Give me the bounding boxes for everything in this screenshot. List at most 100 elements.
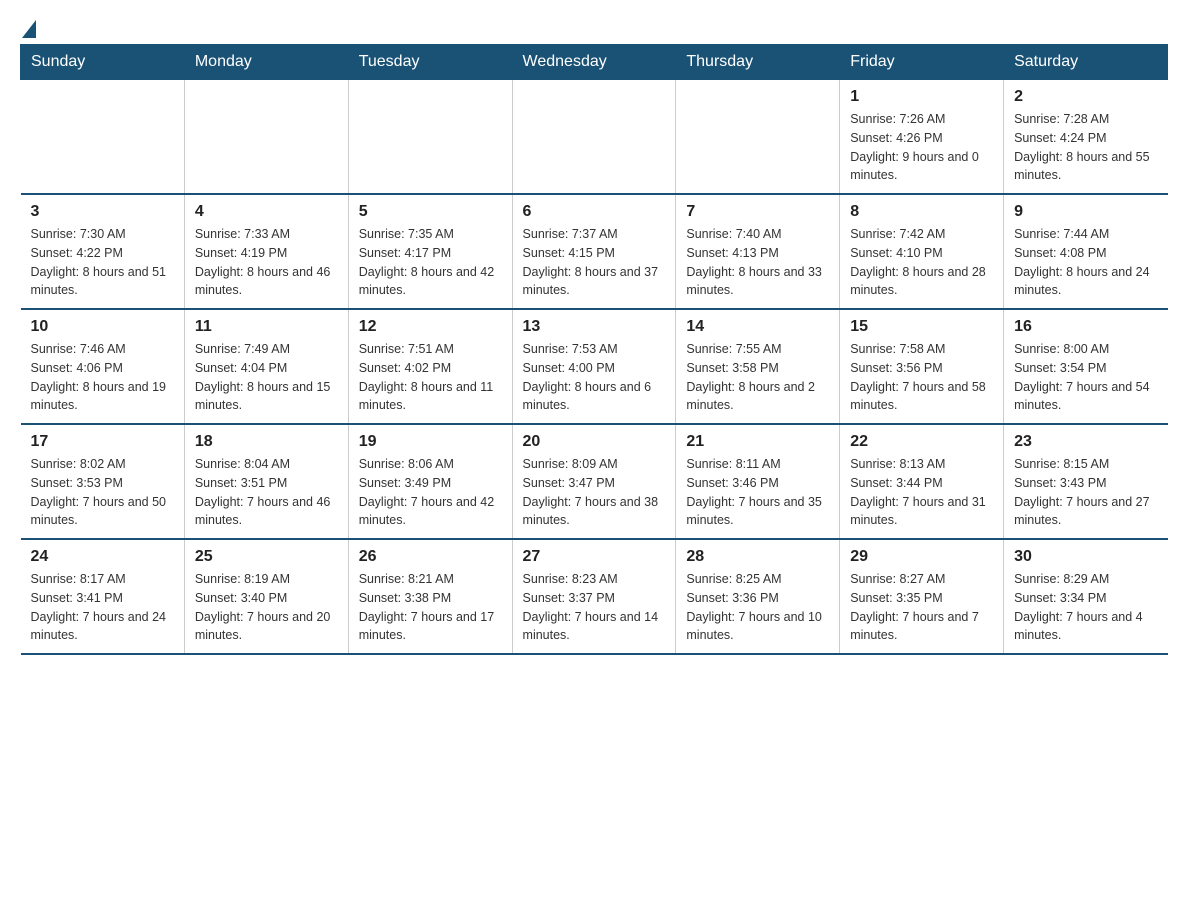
calendar-cell: 23 Sunrise: 8:15 AMSunset: 3:43 PMDayligh… xyxy=(1004,424,1168,539)
calendar-cell: 20Sunrise: 8:09 AMSunset: 3:47 PMDayligh… xyxy=(512,424,676,539)
calendar-cell: 10 Sunrise: 7:46 AMSunset: 4:06 PMDayligh… xyxy=(21,309,185,424)
day-number: 22 xyxy=(850,433,993,451)
day-number: 11 xyxy=(195,318,338,336)
calendar-cell: 9 Sunrise: 7:44 AMSunset: 4:08 PMDaylight… xyxy=(1004,194,1168,309)
day-info: Sunrise: 8:13 AMSunset: 3:44 PMDaylight:… xyxy=(850,455,993,530)
weekday-header-saturday: Saturday xyxy=(1004,45,1168,80)
day-info: Sunrise: 7:58 AMSunset: 3:56 PMDaylight:… xyxy=(850,340,993,415)
day-number: 30 xyxy=(1014,548,1157,566)
day-number: 1 xyxy=(850,88,993,106)
logo xyxy=(20,20,38,34)
day-number: 18 xyxy=(195,433,338,451)
day-info: Sunrise: 7:46 AMSunset: 4:06 PMDaylight:… xyxy=(31,340,174,415)
calendar-week-5: 24 Sunrise: 8:17 AMSunset: 3:41 PMDayligh… xyxy=(21,539,1168,654)
calendar-table: SundayMondayTuesdayWednesdayThursdayFrid… xyxy=(20,44,1168,655)
day-info: Sunrise: 7:28 AMSunset: 4:24 PMDaylight:… xyxy=(1014,110,1157,185)
calendar-cell: 2 Sunrise: 7:28 AMSunset: 4:24 PMDaylight… xyxy=(1004,80,1168,195)
day-info: Sunrise: 7:37 AMSunset: 4:15 PMDaylight:… xyxy=(523,225,666,300)
day-info: Sunrise: 8:04 AMSunset: 3:51 PMDaylight:… xyxy=(195,455,338,530)
day-info: Sunrise: 7:26 AMSunset: 4:26 PMDaylight:… xyxy=(850,110,993,185)
calendar-cell: 12 Sunrise: 7:51 AMSunset: 4:02 PMDayligh… xyxy=(348,309,512,424)
calendar-cell: 14 Sunrise: 7:55 AMSunset: 3:58 PMDayligh… xyxy=(676,309,840,424)
day-number: 10 xyxy=(31,318,174,336)
calendar-cell: 18 Sunrise: 8:04 AMSunset: 3:51 PMDayligh… xyxy=(184,424,348,539)
calendar-cell: 13 Sunrise: 7:53 AMSunset: 4:00 PMDayligh… xyxy=(512,309,676,424)
day-number: 2 xyxy=(1014,88,1157,106)
day-info: Sunrise: 8:29 AMSunset: 3:34 PMDaylight:… xyxy=(1014,570,1157,645)
day-number: 28 xyxy=(686,548,829,566)
day-number: 12 xyxy=(359,318,502,336)
day-info: Sunrise: 8:15 AMSunset: 3:43 PMDaylight:… xyxy=(1014,455,1157,530)
calendar-cell xyxy=(348,80,512,195)
day-number: 29 xyxy=(850,548,993,566)
calendar-cell: 1 Sunrise: 7:26 AMSunset: 4:26 PMDaylight… xyxy=(840,80,1004,195)
day-info: Sunrise: 8:00 AMSunset: 3:54 PMDaylight:… xyxy=(1014,340,1157,415)
calendar-week-4: 17Sunrise: 8:02 AMSunset: 3:53 PMDayligh… xyxy=(21,424,1168,539)
calendar-cell xyxy=(21,80,185,195)
day-info: Sunrise: 7:53 AMSunset: 4:00 PMDaylight:… xyxy=(523,340,666,415)
calendar-cell: 17Sunrise: 8:02 AMSunset: 3:53 PMDayligh… xyxy=(21,424,185,539)
day-info: Sunrise: 7:42 AMSunset: 4:10 PMDaylight:… xyxy=(850,225,993,300)
calendar-header: SundayMondayTuesdayWednesdayThursdayFrid… xyxy=(21,45,1168,80)
weekday-header-tuesday: Tuesday xyxy=(348,45,512,80)
calendar-cell: 15 Sunrise: 7:58 AMSunset: 3:56 PMDayligh… xyxy=(840,309,1004,424)
day-number: 17 xyxy=(31,433,174,451)
day-number: 23 xyxy=(1014,433,1157,451)
day-number: 27 xyxy=(523,548,666,566)
day-number: 5 xyxy=(359,203,502,221)
calendar-cell: 25Sunrise: 8:19 AMSunset: 3:40 PMDayligh… xyxy=(184,539,348,654)
calendar-cell xyxy=(512,80,676,195)
day-info: Sunrise: 8:25 AMSunset: 3:36 PMDaylight:… xyxy=(686,570,829,645)
calendar-cell: 16 Sunrise: 8:00 AMSunset: 3:54 PMDayligh… xyxy=(1004,309,1168,424)
calendar-cell: 3 Sunrise: 7:30 AMSunset: 4:22 PMDaylight… xyxy=(21,194,185,309)
calendar-week-1: 1 Sunrise: 7:26 AMSunset: 4:26 PMDaylight… xyxy=(21,80,1168,195)
calendar-cell: 21Sunrise: 8:11 AMSunset: 3:46 PMDayligh… xyxy=(676,424,840,539)
day-number: 24 xyxy=(31,548,174,566)
calendar-cell: 8Sunrise: 7:42 AMSunset: 4:10 PMDaylight… xyxy=(840,194,1004,309)
weekday-row: SundayMondayTuesdayWednesdayThursdayFrid… xyxy=(21,45,1168,80)
calendar-cell: 30 Sunrise: 8:29 AMSunset: 3:34 PMDayligh… xyxy=(1004,539,1168,654)
calendar-cell xyxy=(676,80,840,195)
day-number: 4 xyxy=(195,203,338,221)
day-info: Sunrise: 7:49 AMSunset: 4:04 PMDaylight:… xyxy=(195,340,338,415)
calendar-cell: 26Sunrise: 8:21 AMSunset: 3:38 PMDayligh… xyxy=(348,539,512,654)
day-info: Sunrise: 8:17 AMSunset: 3:41 PMDaylight:… xyxy=(31,570,174,645)
day-number: 6 xyxy=(523,203,666,221)
day-info: Sunrise: 7:44 AMSunset: 4:08 PMDaylight:… xyxy=(1014,225,1157,300)
weekday-header-monday: Monday xyxy=(184,45,348,80)
calendar-cell: 29 Sunrise: 8:27 AMSunset: 3:35 PMDayligh… xyxy=(840,539,1004,654)
calendar-week-3: 10 Sunrise: 7:46 AMSunset: 4:06 PMDayligh… xyxy=(21,309,1168,424)
day-info: Sunrise: 7:30 AMSunset: 4:22 PMDaylight:… xyxy=(31,225,174,300)
weekday-header-sunday: Sunday xyxy=(21,45,185,80)
day-info: Sunrise: 8:27 AMSunset: 3:35 PMDaylight:… xyxy=(850,570,993,645)
day-number: 3 xyxy=(31,203,174,221)
day-number: 15 xyxy=(850,318,993,336)
calendar-cell: 5 Sunrise: 7:35 AMSunset: 4:17 PMDaylight… xyxy=(348,194,512,309)
day-info: Sunrise: 7:35 AMSunset: 4:17 PMDaylight:… xyxy=(359,225,502,300)
calendar-cell: 22 Sunrise: 8:13 AMSunset: 3:44 PMDayligh… xyxy=(840,424,1004,539)
logo-triangle-icon xyxy=(22,20,36,38)
day-number: 21 xyxy=(686,433,829,451)
day-number: 9 xyxy=(1014,203,1157,221)
calendar-cell: 6 Sunrise: 7:37 AMSunset: 4:15 PMDaylight… xyxy=(512,194,676,309)
day-info: Sunrise: 8:06 AMSunset: 3:49 PMDaylight:… xyxy=(359,455,502,530)
day-info: Sunrise: 7:55 AMSunset: 3:58 PMDaylight:… xyxy=(686,340,829,415)
day-info: Sunrise: 8:19 AMSunset: 3:40 PMDaylight:… xyxy=(195,570,338,645)
calendar-cell: 7Sunrise: 7:40 AMSunset: 4:13 PMDaylight… xyxy=(676,194,840,309)
day-number: 16 xyxy=(1014,318,1157,336)
calendar-week-2: 3 Sunrise: 7:30 AMSunset: 4:22 PMDaylight… xyxy=(21,194,1168,309)
day-info: Sunrise: 7:40 AMSunset: 4:13 PMDaylight:… xyxy=(686,225,829,300)
calendar-cell: 4 Sunrise: 7:33 AMSunset: 4:19 PMDaylight… xyxy=(184,194,348,309)
day-number: 14 xyxy=(686,318,829,336)
calendar-cell: 28 Sunrise: 8:25 AMSunset: 3:36 PMDayligh… xyxy=(676,539,840,654)
weekday-header-wednesday: Wednesday xyxy=(512,45,676,80)
day-number: 13 xyxy=(523,318,666,336)
calendar-cell: 19Sunrise: 8:06 AMSunset: 3:49 PMDayligh… xyxy=(348,424,512,539)
day-number: 26 xyxy=(359,548,502,566)
calendar-cell: 27Sunrise: 8:23 AMSunset: 3:37 PMDayligh… xyxy=(512,539,676,654)
day-info: Sunrise: 7:33 AMSunset: 4:19 PMDaylight:… xyxy=(195,225,338,300)
calendar-body: 1 Sunrise: 7:26 AMSunset: 4:26 PMDaylight… xyxy=(21,80,1168,655)
page-header xyxy=(20,20,1168,34)
calendar-cell: 24 Sunrise: 8:17 AMSunset: 3:41 PMDayligh… xyxy=(21,539,185,654)
day-info: Sunrise: 7:51 AMSunset: 4:02 PMDaylight:… xyxy=(359,340,502,415)
